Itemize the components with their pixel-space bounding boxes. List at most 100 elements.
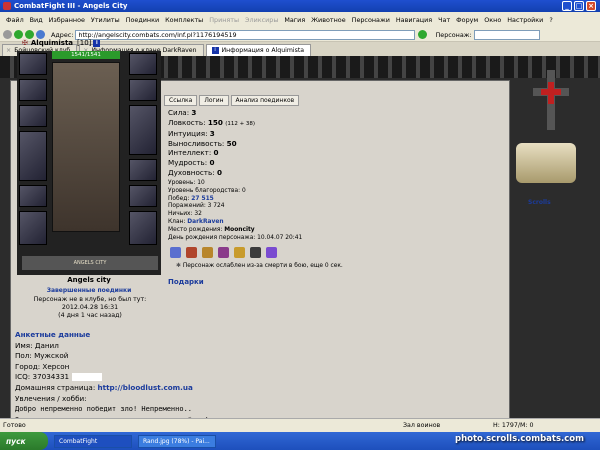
task-combatfight[interactable]: CombatFight [54,434,132,448]
hp-bar: 1541/1541 [52,51,120,59]
menu-bar: Файл Вид Избранное Утилиты Поединки Комп… [0,12,600,28]
weakened-status: ✱ Персонаж ослаблен из-за смерти в бою, … [176,263,343,269]
link-button[interactable]: Ссылка [164,95,198,106]
profile-quote-1: Добро непременно победит зло! Непременно… [15,405,193,414]
wins-link[interactable]: 27 515 [191,196,214,202]
icq-hidden-field [72,373,103,382]
status-ready: Готово [3,422,26,429]
weakened-icon: ✱ [176,263,181,269]
menu-navigation[interactable]: Навигация [393,16,435,24]
angels-city-logo: ANGELS CITY [22,256,158,270]
finished-duels-link[interactable]: Завершенные поединки [20,287,158,294]
start-button[interactable]: пуск [0,432,48,450]
close-tab-icon[interactable]: × [6,47,11,54]
gloves-slot[interactable] [129,185,157,207]
club-status: Персонаж не в клубе, но был тут: 2012.04… [20,296,160,320]
pin-icon[interactable] [3,30,12,39]
stat-endurance: Выносливость: 50 [168,138,237,148]
profile-icq: ICQ: 37034331 [15,372,209,383]
info-clan: Клан: DarkRaven [168,218,224,225]
weakened-text: Персонаж ослаблен из-за смерти в бою, ещ… [182,263,343,269]
amulet-slot[interactable] [19,79,47,101]
menu-magic[interactable]: Магия [281,16,308,24]
cross-emblem-icon [533,70,569,130]
profile-title: Анкетные данные [15,330,91,339]
close-button[interactable]: × [586,1,596,11]
info-icon[interactable]: i [93,39,101,47]
badge-icon[interactable] [186,247,197,258]
boots-slot[interactable] [19,211,47,245]
go-icon[interactable] [418,30,428,39]
legs-slot[interactable] [129,211,157,245]
tab-label: Информация о Alquimista [221,47,305,54]
menu-chat[interactable]: Чат [435,16,453,24]
window-title: CombatFight III - Angels City [14,2,128,10]
ring-slot[interactable] [129,159,157,181]
duel-analysis-button[interactable]: Анализ поединков [230,95,300,106]
homepage-link[interactable]: http://bloodlust.com.ua [98,383,193,392]
badge-icon[interactable] [170,247,181,258]
scrolls-link[interactable]: Scrolls [528,199,551,206]
menu-duels[interactable]: Поединки [123,16,162,24]
status-hp: Н: 1797/М: 0 [493,422,534,429]
menu-animal[interactable]: Животное [308,16,348,24]
badge-icon[interactable] [218,247,229,258]
stat-strength: Сила: 3 [168,108,197,117]
badge-icon[interactable] [250,247,261,258]
profile-city: Город: Херсон [15,361,70,371]
menu-file[interactable]: Файл [3,16,27,24]
profile-section: Анкетные данные Имя: Данил Пол: Мужской … [15,330,209,425]
menu-window[interactable]: Окно [481,16,504,24]
action-buttons: Ссылка Логин Анализ поединков [164,95,301,106]
tab-character-info[interactable]: i Информация о Alquimista [205,44,312,56]
gifts-link[interactable]: Подарки [168,278,204,286]
armor-slot[interactable] [19,131,47,181]
club-status-text: Персонаж не в клубе, но был тут: [33,296,147,303]
persona-label: Персонаж: [435,30,472,39]
scrolls-book-icon[interactable] [516,143,576,183]
menu-elixirs[interactable]: Эликсиры [242,16,281,24]
clan-link[interactable]: DarkRaven [187,219,223,225]
weapon-slot[interactable] [19,105,47,127]
task-paint[interactable]: Rand.jpg (78%) - Pai... [138,434,216,448]
belt-slot[interactable] [19,185,47,207]
character-header: ✠ Alquimista [10] i [22,37,172,49]
badge-icon[interactable] [202,247,213,258]
menu-forum[interactable]: Форум [453,16,481,24]
window-titlebar: CombatFight III - Angels City _ □ × [0,0,600,12]
stat-intuition: Интуиция: 3 [168,129,215,139]
info-draws: Ничьих: 32 [168,211,202,218]
info-birthplace: Место рождения: Mooncity [168,226,255,233]
badge-icon[interactable] [234,247,245,258]
login-button[interactable]: Логин [199,95,229,106]
maximize-button[interactable]: □ [574,1,584,11]
profile-homepage: Домашняя страница: http://bloodlust.com.… [15,382,193,392]
menu-characters[interactable]: Персонажи [349,16,393,24]
menu-sets[interactable]: Комплекты [162,16,206,24]
profile-name: Имя: Данил [15,340,59,350]
menu-favorites[interactable]: Избранное [46,16,88,24]
earring-slot[interactable] [129,53,157,75]
persona-select[interactable] [473,29,540,40]
menu-view[interactable]: Вид [27,16,46,24]
stat-intellect: Интеллект: 0 [168,148,219,158]
profile-gender: Пол: Мужской [15,351,69,361]
menu-help[interactable]: ? [546,16,555,24]
status-bar: Готово Зал воинов Н: 1797/М: 0 [0,418,600,432]
offhand-slot[interactable] [129,105,157,155]
align-icon: ✠ [22,39,28,47]
stat-wisdom: Мудрость: 0 [168,157,215,167]
badges-row [170,247,282,258]
helmet-slot[interactable] [19,53,47,75]
minimize-button[interactable]: _ [562,1,572,11]
menu-accepted[interactable]: Приняты [206,16,242,24]
menu-utilities[interactable]: Утилиты [88,16,123,24]
character-name: Alquimista [30,39,74,47]
stat-agility: Ловкость: 150 (112 + 38) [168,117,256,127]
necklace-slot[interactable] [129,79,157,101]
badge-icon[interactable] [266,247,277,258]
menu-settings[interactable]: Настройки [504,16,546,24]
city-label: Angels city [67,276,111,284]
character-info: Уровень: 10 Уровень благородства: 0 Побе… [168,180,302,242]
last-seen-ago: (4 дня 1 час назад) [58,312,122,319]
